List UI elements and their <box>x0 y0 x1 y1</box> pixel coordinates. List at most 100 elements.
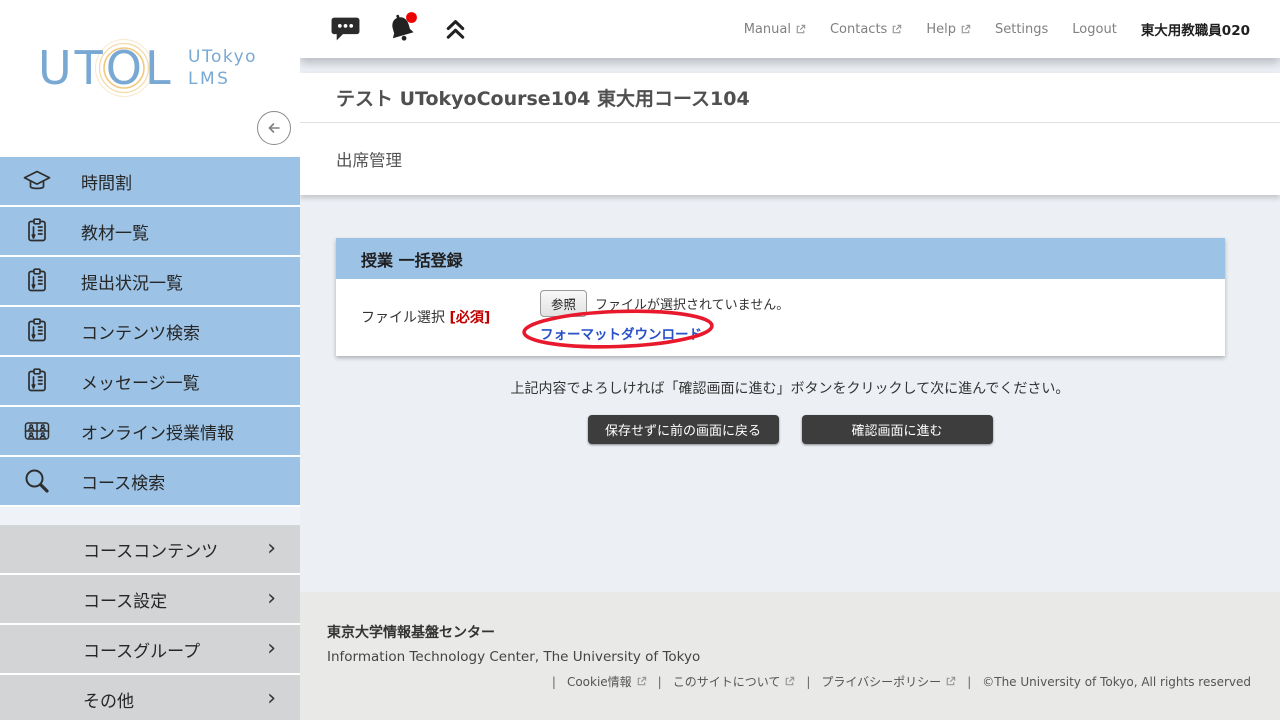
username: 東大用教職員020 <box>1141 19 1250 39</box>
sidebar-item-course-settings[interactable]: コース設定 › <box>0 575 300 623</box>
logo-subtitle-2: LMS <box>188 69 230 89</box>
topbar-link-settings[interactable]: Settings <box>995 22 1048 37</box>
topbar-link-label: Manual <box>744 22 791 37</box>
panel-header: 授業 一括登録 <box>336 238 1225 279</box>
collapse-topbar-button[interactable] <box>443 17 468 42</box>
go-to-confirm-button[interactable]: 確認画面に進む <box>802 415 993 444</box>
chevron-right-icon: › <box>267 588 276 610</box>
action-buttons: 保存せずに前の画面に戻る 確認画面に進む <box>300 415 1280 444</box>
external-link-icon <box>795 24 806 35</box>
file-select-label: ファイル選択 [必須] <box>361 307 540 327</box>
sidebar-item-timetable[interactable]: 時間割 <box>0 157 300 205</box>
footer-link-privacy[interactable]: プライバシーポリシー <box>821 673 956 690</box>
page-header: テスト UTokyoCourse104 東大用コース104 出席管理 <box>300 73 1280 195</box>
format-download-link[interactable]: フォーマットダウンロード <box>540 327 702 343</box>
sidebar-menu: 時間割 教材一覧 <box>0 157 300 505</box>
clipboard-icon <box>21 315 53 347</box>
chat-button[interactable] <box>330 15 361 43</box>
utol-logo: UTOL UTokyo LMS <box>28 28 273 103</box>
utol-app: Manual Contacts Help Settings Logout 東 <box>0 0 1280 720</box>
external-link-icon <box>945 676 956 687</box>
course-title-row: テスト UTokyoCourse104 東大用コース104 <box>300 73 1280 123</box>
sidebar-item-course-group[interactable]: コースグループ › <box>0 625 300 673</box>
sidebar-item-course-contents[interactable]: コースコンテンツ › <box>0 525 300 573</box>
notification-badge <box>406 12 417 23</box>
sidebar-item-label: コース検索 <box>81 469 165 494</box>
bulk-register-panel: 授業 一括登録 ファイル選択 [必須] 参照 ファイルが選択されていません。 フ… <box>336 238 1225 356</box>
back-without-save-button[interactable]: 保存せずに前の画面に戻る <box>588 415 779 444</box>
required-badge: [必須] <box>449 310 490 326</box>
topbar-link-label: Help <box>926 22 956 37</box>
bell-icon <box>383 10 421 48</box>
sidebar-item-label: オンライン授業情報 <box>81 419 234 444</box>
format-download-row: フォーマットダウンロード <box>540 323 789 343</box>
panel-body: ファイル選択 [必須] 参照 ファイルが選択されていません。 フォーマットダウン… <box>336 279 1225 356</box>
sidebar-menu-gap <box>0 507 300 525</box>
topbar-link-contacts[interactable]: Contacts <box>830 22 902 37</box>
sidebar-item-course-search[interactable]: コース検索 <box>0 457 300 505</box>
main-area: Manual Contacts Help Settings Logout 東 <box>300 0 1280 720</box>
footer-org-en: Information Technology Center, The Unive… <box>327 649 1251 665</box>
browse-button[interactable]: 参照 <box>540 290 587 317</box>
footer-separator: | <box>658 675 662 689</box>
notifications-button[interactable] <box>383 10 421 48</box>
graduation-cap-icon <box>21 165 53 197</box>
topbar-icons <box>330 10 468 48</box>
topbar-link-help[interactable]: Help <box>926 22 971 37</box>
file-control: 参照 ファイルが選択されていません。 フォーマットダウンロード <box>540 290 789 343</box>
chevron-right-icon: › <box>267 688 276 710</box>
logo-subtitle-1: UTokyo <box>188 47 257 67</box>
topbar-links: Manual Contacts Help Settings Logout 東 <box>744 19 1250 39</box>
sidebar-item-label: メッセージ一覧 <box>81 369 200 394</box>
sidebar-item-label: 教材一覧 <box>81 219 149 244</box>
footer-link-cookie[interactable]: Cookie情報 <box>567 673 647 690</box>
sidebar-item-online-class-info[interactable]: オンライン授業情報 <box>0 407 300 455</box>
external-link-icon <box>784 676 795 687</box>
search-icon <box>21 465 53 497</box>
footer-separator: | <box>552 675 556 689</box>
footer-links: | Cookie情報 | このサイトについて | プライバシーポリシー | ©T… <box>327 673 1251 690</box>
topbar-link-label: Contacts <box>830 22 887 37</box>
sidebar-collapse-button[interactable] <box>257 111 291 145</box>
clipboard-icon <box>21 215 53 247</box>
topbar-link-manual[interactable]: Manual <box>744 22 806 37</box>
topbar-link-logout[interactable]: Logout <box>1072 22 1117 37</box>
sidebar-item-label: コンテンツ検索 <box>81 319 200 344</box>
sidebar-item-others[interactable]: その他 › <box>0 675 300 720</box>
footer-link-label: Cookie情報 <box>567 673 632 690</box>
chat-icon <box>330 15 361 43</box>
footer-link-label: プライバシーポリシー <box>821 673 941 690</box>
sidebar-item-content-search[interactable]: コンテンツ検索 <box>0 307 300 355</box>
double-chevron-up-icon <box>443 17 468 42</box>
sidebar-item-label: 時間割 <box>81 169 132 194</box>
sidebar-item-label: コースグループ <box>83 637 200 662</box>
sidebar-header: UTOL UTokyo LMS <box>0 0 300 157</box>
sidebar-item-messages[interactable]: メッセージ一覧 <box>0 357 300 405</box>
chevron-right-icon: › <box>267 638 276 660</box>
external-link-icon <box>960 24 971 35</box>
footer-separator: | <box>967 675 971 689</box>
footer-link-about[interactable]: このサイトについて <box>673 673 796 690</box>
clipboard-icon <box>21 265 53 297</box>
external-link-icon <box>891 24 902 35</box>
topbar-link-label: Settings <box>995 22 1048 37</box>
external-link-icon <box>636 676 647 687</box>
sidebar-item-materials[interactable]: 教材一覧 <box>0 207 300 255</box>
instruction-text: 上記内容でよろしければ「確認画面に進む」ボタンをクリックして次に進んでください。 <box>300 378 1280 398</box>
logo-text: UTOL <box>38 41 174 95</box>
sidebar-item-label: コースコンテンツ <box>83 537 218 562</box>
topbar: Manual Contacts Help Settings Logout 東 <box>300 0 1280 58</box>
sidebar: UTOL UTokyo LMS 時間割 <box>0 0 300 720</box>
back-arrow-icon <box>265 119 283 137</box>
content: 授業 一括登録 ファイル選択 [必須] 参照 ファイルが選択されていません。 フ… <box>300 196 1280 592</box>
footer-link-label: このサイトについて <box>673 673 781 690</box>
sidebar-item-submission-status[interactable]: 提出状況一覧 <box>0 257 300 305</box>
no-file-selected-text: ファイルが選択されていません。 <box>595 294 789 313</box>
online-class-icon <box>21 415 53 447</box>
sidebar-item-label: その他 <box>83 687 134 712</box>
sidebar-course-menu: コースコンテンツ › コース設定 › コースグループ › その他 › <box>0 525 300 720</box>
footer-separator: | <box>806 675 810 689</box>
sidebar-item-label: コース設定 <box>83 587 167 612</box>
page-title-row: 出席管理 <box>300 123 1280 195</box>
footer-copyright: ©The University of Tokyo, All rights res… <box>982 675 1251 689</box>
